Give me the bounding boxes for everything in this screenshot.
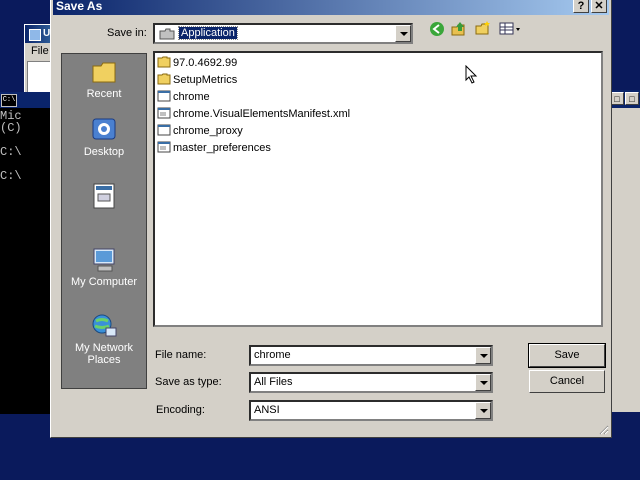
place-network[interactable]: My Network Places — [62, 312, 146, 366]
desktop-icon — [90, 116, 118, 144]
place-my-computer[interactable]: My Computer — [62, 246, 146, 288]
places-bar: Recent Desktop My Computer My Network Pl… — [61, 53, 147, 389]
encoding-label: Encoding: — [156, 404, 205, 416]
place-desktop[interactable]: Desktop — [62, 116, 146, 158]
save-as-type-value: All Files — [254, 376, 293, 388]
background-cmd-window: C:\ Mic (C) C:\ C:\ — [0, 92, 50, 414]
network-places-icon — [90, 312, 118, 340]
recent-folder-icon — [90, 58, 118, 86]
folder-icon — [157, 56, 171, 68]
save-in-dropdown[interactable]: Application — [153, 23, 413, 44]
help-button[interactable]: ? — [573, 0, 589, 13]
back-icon[interactable] — [427, 19, 447, 39]
minimize-button[interactable]: □ — [610, 92, 624, 105]
file-name: master_preferences — [173, 142, 271, 154]
file-name: 97.0.4692.99 — [173, 57, 238, 69]
list-item[interactable]: 97.0.4692.99 — [157, 55, 237, 71]
file-icon — [157, 90, 171, 102]
folder-icon — [159, 28, 175, 40]
list-item[interactable]: SetupMetrics — [157, 72, 237, 88]
save-as-dialog: Save As ? ✕ Save in: Application Recent — [50, 0, 612, 438]
file-name: SetupMetrics — [173, 74, 238, 86]
save-in-value: Application — [178, 26, 238, 40]
encoding-value: ANSI — [254, 404, 280, 416]
close-button[interactable]: ✕ — [591, 0, 607, 13]
save-as-type-dropdown[interactable]: All Files — [249, 372, 493, 393]
file-list[interactable]: 97.0.4692.99 SetupMetrics chrome chrome.… — [153, 51, 603, 327]
file-name-value: chrome — [254, 349, 291, 361]
new-folder-icon[interactable] — [473, 19, 493, 39]
dialog-title: Save As — [56, 0, 103, 13]
save-button[interactable]: Save — [528, 343, 606, 368]
file-name-input[interactable]: chrome — [249, 345, 493, 366]
maximize-button[interactable]: □ — [625, 92, 639, 105]
folder-icon — [157, 73, 171, 85]
cmd-icon: C:\ — [1, 94, 17, 107]
cmd-titlebar: C:\ — [0, 92, 50, 108]
list-item[interactable]: chrome.VisualElementsManifest.xml — [157, 106, 350, 122]
list-item[interactable]: master_preferences — [157, 140, 271, 156]
view-menu-icon[interactable] — [497, 19, 523, 39]
resize-grip-icon[interactable] — [597, 423, 609, 435]
cmd-output: Mic (C) C:\ C:\ — [0, 109, 22, 183]
notepad-icon — [29, 29, 41, 41]
list-item[interactable]: chrome — [157, 89, 210, 105]
mouse-cursor-icon — [465, 64, 479, 88]
file-name: chrome — [173, 91, 210, 103]
list-item[interactable]: chrome_proxy — [157, 123, 243, 139]
file-icon — [157, 124, 171, 136]
save-as-type-label: Save as type: — [155, 376, 222, 388]
xml-file-icon — [157, 107, 171, 119]
place-desktop-label: Desktop — [83, 146, 125, 158]
place-network-label: My Network Places — [74, 342, 134, 366]
place-my-computer-label: My Computer — [70, 276, 138, 288]
chevron-down-icon[interactable] — [395, 25, 411, 42]
place-recent[interactable]: Recent — [62, 58, 146, 100]
file-name: chrome.VisualElementsManifest.xml — [173, 108, 351, 120]
xml-file-icon — [157, 141, 171, 153]
place-recent-label: Recent — [86, 88, 122, 100]
my-computer-icon — [90, 246, 118, 274]
documents-icon — [90, 182, 118, 210]
save-in-label: Save in: — [107, 27, 147, 39]
file-name-label: File name: — [155, 349, 207, 361]
dialog-titlebar: Save As ? ✕ — [53, 0, 609, 15]
chevron-down-icon[interactable] — [475, 402, 491, 419]
chevron-down-icon[interactable] — [475, 374, 491, 391]
chevron-down-icon[interactable] — [475, 347, 491, 364]
up-folder-icon[interactable] — [449, 19, 469, 39]
place-documents[interactable] — [62, 182, 146, 212]
cancel-button[interactable]: Cancel — [529, 370, 605, 393]
background-right-window: □ □ — [608, 90, 640, 412]
file-name: chrome_proxy — [173, 125, 243, 137]
encoding-dropdown[interactable]: ANSI — [249, 400, 493, 421]
